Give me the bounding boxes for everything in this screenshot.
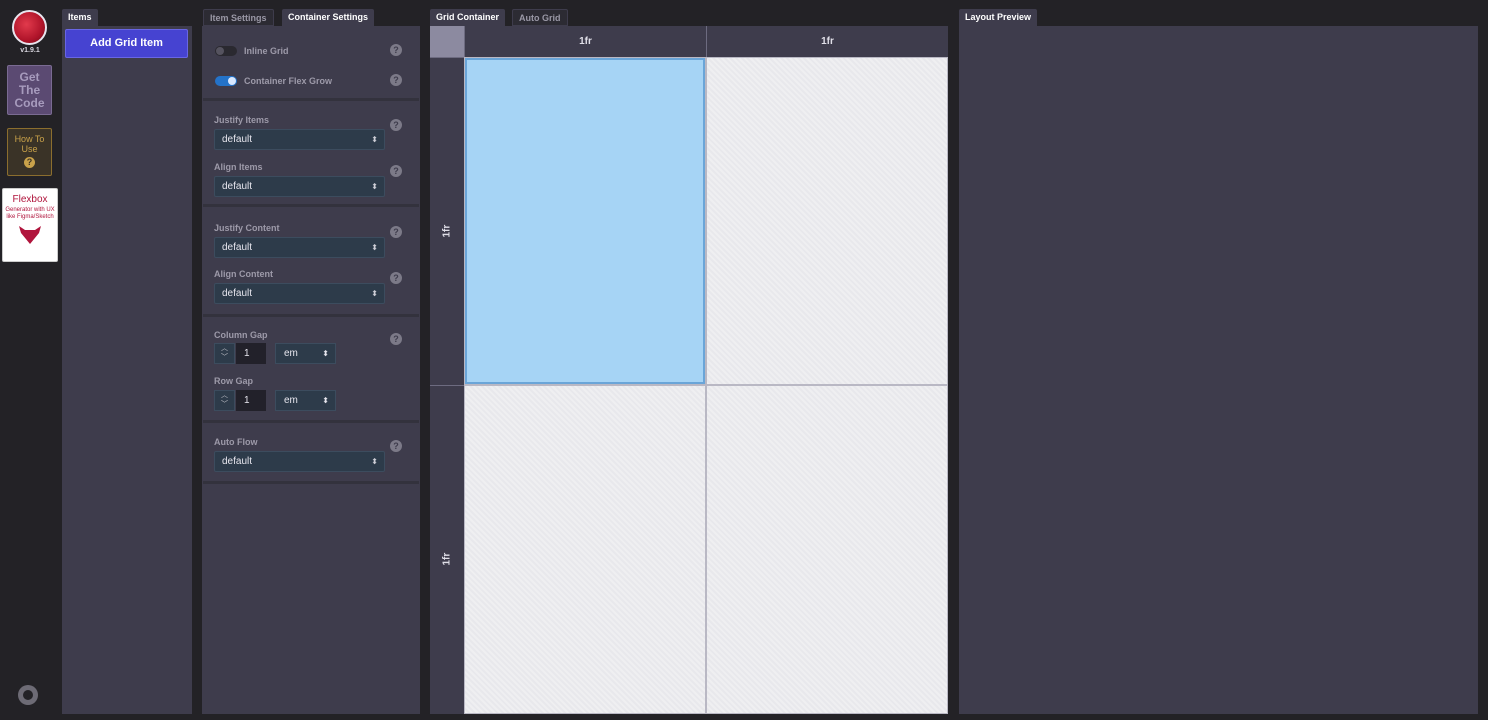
column-gap-stepper[interactable]: ︿ ﹀ [214, 343, 235, 364]
gap-section: Column Gap ? ︿ ﹀ 1 em ⬍ Row Gap ︿ ﹀ 1 em… [203, 320, 419, 423]
align-items-value: default [222, 181, 253, 192]
how-to-use-button[interactable]: How To Use ? [7, 128, 52, 176]
align-content-select[interactable]: default ⬍ [214, 283, 385, 304]
select-arrow-icon: ⬍ [371, 243, 378, 252]
question-icon: ? [24, 157, 35, 168]
flexbox-title: Flexbox [12, 194, 48, 205]
app-logo-icon[interactable] [12, 10, 47, 45]
items-panel [62, 26, 192, 714]
select-arrow-icon: ⬍ [371, 457, 378, 466]
version-label: v1.9.1 [20, 47, 40, 54]
inline-grid-toggle[interactable] [215, 46, 237, 56]
how-to-use-label: How To Use [14, 134, 45, 154]
row-header-1-label: 1fr [441, 224, 453, 237]
container-flex-grow-label: Container Flex Grow [244, 76, 333, 86]
row-gap-unit: em [284, 395, 298, 406]
align-items-select[interactable]: default ⬍ [214, 176, 385, 197]
layout-preview-panel [959, 26, 1478, 714]
help-icon[interactable]: ? [390, 272, 402, 284]
stepper-up-icon[interactable]: ︿ [215, 344, 234, 353]
tab-grid-container[interactable]: Grid Container [430, 9, 506, 26]
selected-grid-area[interactable] [465, 58, 705, 384]
auto-flow-label: Auto Flow [214, 437, 258, 447]
select-arrow-icon: ⬍ [371, 182, 378, 191]
row-header-2[interactable]: 1fr [430, 385, 464, 714]
add-grid-item-button[interactable]: Add Grid Item [65, 29, 188, 58]
grid-cell[interactable] [706, 385, 948, 714]
help-icon[interactable]: ? [390, 440, 402, 452]
left-rail: v1.9.1 Get The Code How To Use ? Flexbox… [0, 0, 60, 720]
flexbox-generator-ad[interactable]: Flexbox Generator with UX like Figma/Ske… [2, 188, 58, 262]
tab-items[interactable]: Items [62, 9, 98, 26]
row-gap-stepper[interactable]: ︿ ﹀ [214, 390, 235, 411]
column-header-2[interactable]: 1fr [706, 26, 948, 57]
align-content-label: Align Content [214, 269, 273, 279]
grid-cell[interactable] [706, 57, 948, 385]
tab-item-settings[interactable]: Item Settings [203, 9, 274, 26]
stepper-down-icon[interactable]: ﹀ [215, 353, 234, 362]
help-icon[interactable]: ? [390, 74, 402, 86]
justify-content-label: Justify Content [214, 223, 280, 233]
select-arrow-icon: ⬍ [371, 135, 378, 144]
align-content-value: default [222, 288, 253, 299]
select-arrow-icon: ⬍ [371, 289, 378, 298]
column-gap-unit-select[interactable]: em ⬍ [275, 343, 336, 364]
row-header-1[interactable]: 1fr [430, 57, 464, 385]
justify-content-value: default [222, 242, 253, 253]
toggles-section: Inline Grid ? Container Flex Grow ? [203, 30, 419, 101]
stepper-down-icon[interactable]: ﹀ [215, 400, 234, 409]
column-gap-label: Column Gap [214, 330, 268, 340]
row-header-2-label: 1fr [441, 552, 453, 566]
grid-corner [430, 26, 464, 57]
github-icon[interactable] [18, 685, 38, 705]
items-alignment-section: Justify Items ? default ⬍ Align Items ? … [203, 104, 419, 207]
column-gap-input[interactable]: 1 [236, 343, 266, 364]
tab-container-settings[interactable]: Container Settings [282, 9, 375, 26]
justify-content-select[interactable]: default ⬍ [214, 237, 385, 258]
help-icon[interactable]: ? [390, 119, 402, 131]
auto-flow-select[interactable]: default ⬍ [214, 451, 385, 472]
justify-items-label: Justify Items [214, 115, 270, 125]
tab-layout-preview[interactable]: Layout Preview [959, 9, 1038, 26]
justify-items-select[interactable]: default ⬍ [214, 129, 385, 150]
select-arrow-icon: ⬍ [322, 396, 329, 405]
auto-flow-value: default [222, 456, 253, 467]
help-icon[interactable]: ? [390, 44, 402, 56]
column-header-1[interactable]: 1fr [464, 26, 706, 57]
inline-grid-label: Inline Grid [244, 46, 289, 56]
row-gap-label: Row Gap [214, 376, 254, 386]
row-gap-unit-select[interactable]: em ⬍ [275, 390, 336, 411]
tab-auto-grid[interactable]: Auto Grid [512, 9, 568, 26]
flexbox-subtitle: Generator with UX like Figma/Sketch [5, 207, 55, 220]
select-arrow-icon: ⬍ [322, 349, 329, 358]
help-icon[interactable]: ? [390, 333, 402, 345]
get-the-code-button[interactable]: Get The Code [7, 65, 52, 115]
stepper-up-icon[interactable]: ︿ [215, 391, 234, 400]
grid-cell[interactable] [464, 385, 706, 714]
auto-flow-section: Auto Flow ? default ⬍ [203, 426, 419, 484]
help-icon[interactable]: ? [390, 165, 402, 177]
bull-logo-icon [19, 226, 41, 244]
justify-items-value: default [222, 134, 253, 145]
content-alignment-section: Justify Content ? default ⬍ Align Conten… [203, 210, 419, 317]
align-items-label: Align Items [214, 162, 263, 172]
column-gap-unit: em [284, 348, 298, 359]
container-flex-grow-toggle[interactable] [215, 76, 237, 86]
help-icon[interactable]: ? [390, 226, 402, 238]
row-gap-input[interactable]: 1 [236, 390, 266, 411]
